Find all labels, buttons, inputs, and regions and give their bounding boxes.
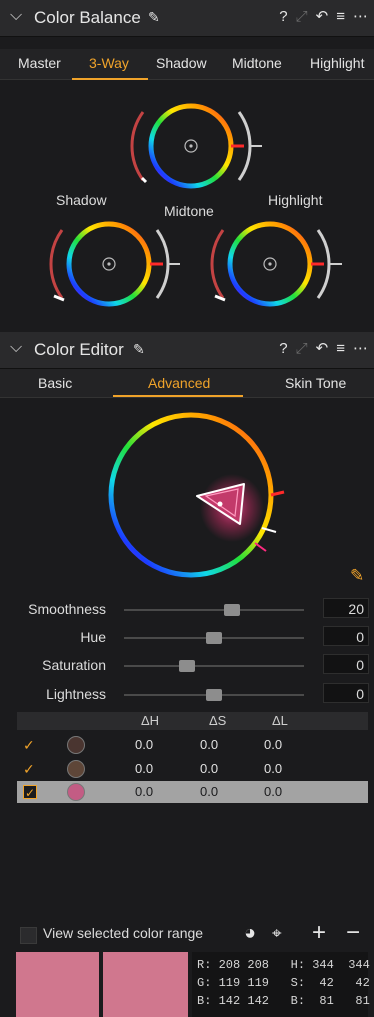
header-icons: ? ⤢ ↶ ≡ ⋯: [279, 7, 368, 27]
midtone-wheel[interactable]: [130, 103, 262, 189]
copy-apply-icon[interactable]: ⤢: [296, 7, 308, 27]
eyedropper-pin-icon[interactable]: ✎: [133, 341, 145, 358]
color-editor-title: Color Editor: [34, 340, 124, 359]
table-row-selected[interactable]: ✓ 0.0 0.0 0.0: [17, 781, 368, 803]
tab-skin-tone[interactable]: Skin Tone: [285, 375, 346, 391]
header-delta-s: ΔS: [209, 713, 227, 728]
saturation-thumb[interactable]: [179, 660, 195, 672]
color-editor-wheel[interactable]: [0, 400, 374, 590]
slider-smoothness: Smoothness 20: [0, 598, 374, 622]
saturation-value[interactable]: 0: [323, 654, 369, 674]
row-delta-l: 0.0: [264, 737, 283, 752]
active-tab-underline: [72, 78, 148, 80]
tab-basic[interactable]: Basic: [38, 375, 72, 391]
row-delta-s: 0.0: [200, 737, 219, 752]
row-delta-h: 0.0: [135, 761, 154, 776]
color-picker-icon[interactable]: ✎: [350, 566, 364, 586]
smoothness-thumb[interactable]: [224, 604, 240, 616]
color-editor-tabs: Basic Advanced Skin Tone: [0, 369, 374, 398]
lightness-label: Lightness: [46, 686, 106, 702]
color-range-toolbar: View selected color range ◕ ⌖ + −: [0, 919, 374, 950]
smoothness-track[interactable]: [124, 609, 304, 611]
color-editor-header[interactable]: ⌵ Color Editor ✎ ? ⤢ ↶ ≡ ⋯: [0, 332, 374, 369]
view-selected-range-label: View selected color range: [43, 925, 204, 941]
header-delta-l: ΔL: [272, 713, 288, 728]
tab-advanced[interactable]: Advanced: [148, 375, 210, 391]
copy-apply-icon[interactable]: ⤢: [296, 339, 308, 359]
hue-label: Hue: [80, 629, 106, 645]
table-row[interactable]: ✓ 0.0 0.0 0.0: [17, 758, 368, 780]
tab-3-way[interactable]: 3-Way: [89, 55, 129, 71]
tab-midtone[interactable]: Midtone: [232, 55, 282, 71]
highlight-wheel-label: Highlight: [268, 192, 323, 208]
remove-color-range-button[interactable]: −: [346, 919, 360, 947]
highlight-wheel[interactable]: [210, 221, 342, 307]
reset-icon[interactable]: ↶: [316, 7, 329, 27]
range-picker-icon[interactable]: ⌖: [272, 924, 282, 944]
row-color-swatch[interactable]: [67, 760, 85, 778]
eyedropper-pin-icon[interactable]: ✎: [148, 9, 160, 26]
reset-icon[interactable]: ↶: [316, 339, 329, 359]
active-tab-underline: [113, 395, 243, 397]
saturation-track[interactable]: [124, 665, 304, 667]
collapse-chevron-icon[interactable]: ⌵: [10, 7, 22, 25]
row-color-swatch[interactable]: [67, 736, 85, 754]
presets-menu-icon[interactable]: ≡: [336, 339, 345, 359]
saturation-label: Saturation: [42, 657, 106, 673]
lightness-thumb[interactable]: [206, 689, 222, 701]
row-color-swatch[interactable]: [67, 783, 85, 801]
more-icon[interactable]: ⋯: [353, 7, 368, 27]
color-balance-title: Color Balance: [34, 8, 141, 27]
color-range-table-header: ΔH ΔS ΔL: [17, 712, 368, 730]
row-delta-l: 0.0: [264, 761, 283, 776]
tab-highlight[interactable]: Highlight: [310, 55, 364, 71]
lightness-value[interactable]: 0: [323, 683, 369, 703]
tab-shadow[interactable]: Shadow: [156, 55, 207, 71]
hue-value[interactable]: 0: [323, 626, 369, 646]
header-delta-h: ΔH: [141, 713, 160, 728]
row-checkbox[interactable]: ✓: [23, 738, 37, 752]
midtone-wheel-label: Midtone: [164, 203, 214, 219]
hue-thumb[interactable]: [206, 632, 222, 644]
row-delta-h: 0.0: [135, 737, 154, 752]
shadow-wheel[interactable]: [49, 221, 180, 307]
adjusted-color-preview: [103, 952, 188, 1017]
color-info-readout: R: 208 208 H: 344 344 G: 119 119 S: 42 4…: [192, 952, 370, 1017]
header-icons: ? ⤢ ↶ ≡ ⋯: [279, 339, 368, 359]
original-color-preview: [16, 952, 99, 1017]
row-delta-s: 0.0: [200, 784, 219, 799]
color-balance-tabs: Master 3-Way Shadow Midtone Highlight: [0, 49, 374, 80]
smoothness-label: Smoothness: [28, 601, 106, 617]
pie-range-icon[interactable]: ◕: [244, 922, 256, 945]
color-balance-header[interactable]: ⌵ Color Balance ✎ ? ⤢ ↶ ≡ ⋯: [0, 0, 374, 37]
presets-menu-icon[interactable]: ≡: [336, 7, 345, 27]
table-row[interactable]: ✓ 0.0 0.0 0.0: [17, 734, 368, 756]
add-color-range-button[interactable]: +: [312, 919, 326, 947]
shadow-wheel-label: Shadow: [56, 192, 107, 208]
slider-lightness: Lightness 0: [0, 683, 374, 707]
slider-saturation: Saturation 0: [0, 654, 374, 678]
help-icon[interactable]: ?: [279, 339, 287, 359]
collapse-chevron-icon[interactable]: ⌵: [10, 339, 22, 357]
more-icon[interactable]: ⋯: [353, 339, 368, 359]
color-info-line-3: B: 142 142 B: 81 81: [197, 994, 370, 1008]
help-icon[interactable]: ?: [279, 7, 287, 27]
row-delta-s: 0.0: [200, 761, 219, 776]
row-delta-h: 0.0: [135, 784, 154, 799]
color-info-line-2: G: 119 119 S: 42 42: [197, 976, 370, 990]
view-selected-range-checkbox[interactable]: [20, 927, 37, 944]
slider-hue: Hue 0: [0, 626, 374, 650]
row-checkbox[interactable]: ✓: [23, 762, 37, 776]
color-info-line-1: R: 208 208 H: 344 344: [197, 958, 370, 972]
tab-master[interactable]: Master: [18, 55, 61, 71]
smoothness-value[interactable]: 20: [323, 598, 369, 618]
row-delta-l: 0.0: [264, 784, 283, 799]
row-checkbox[interactable]: ✓: [23, 785, 37, 800]
